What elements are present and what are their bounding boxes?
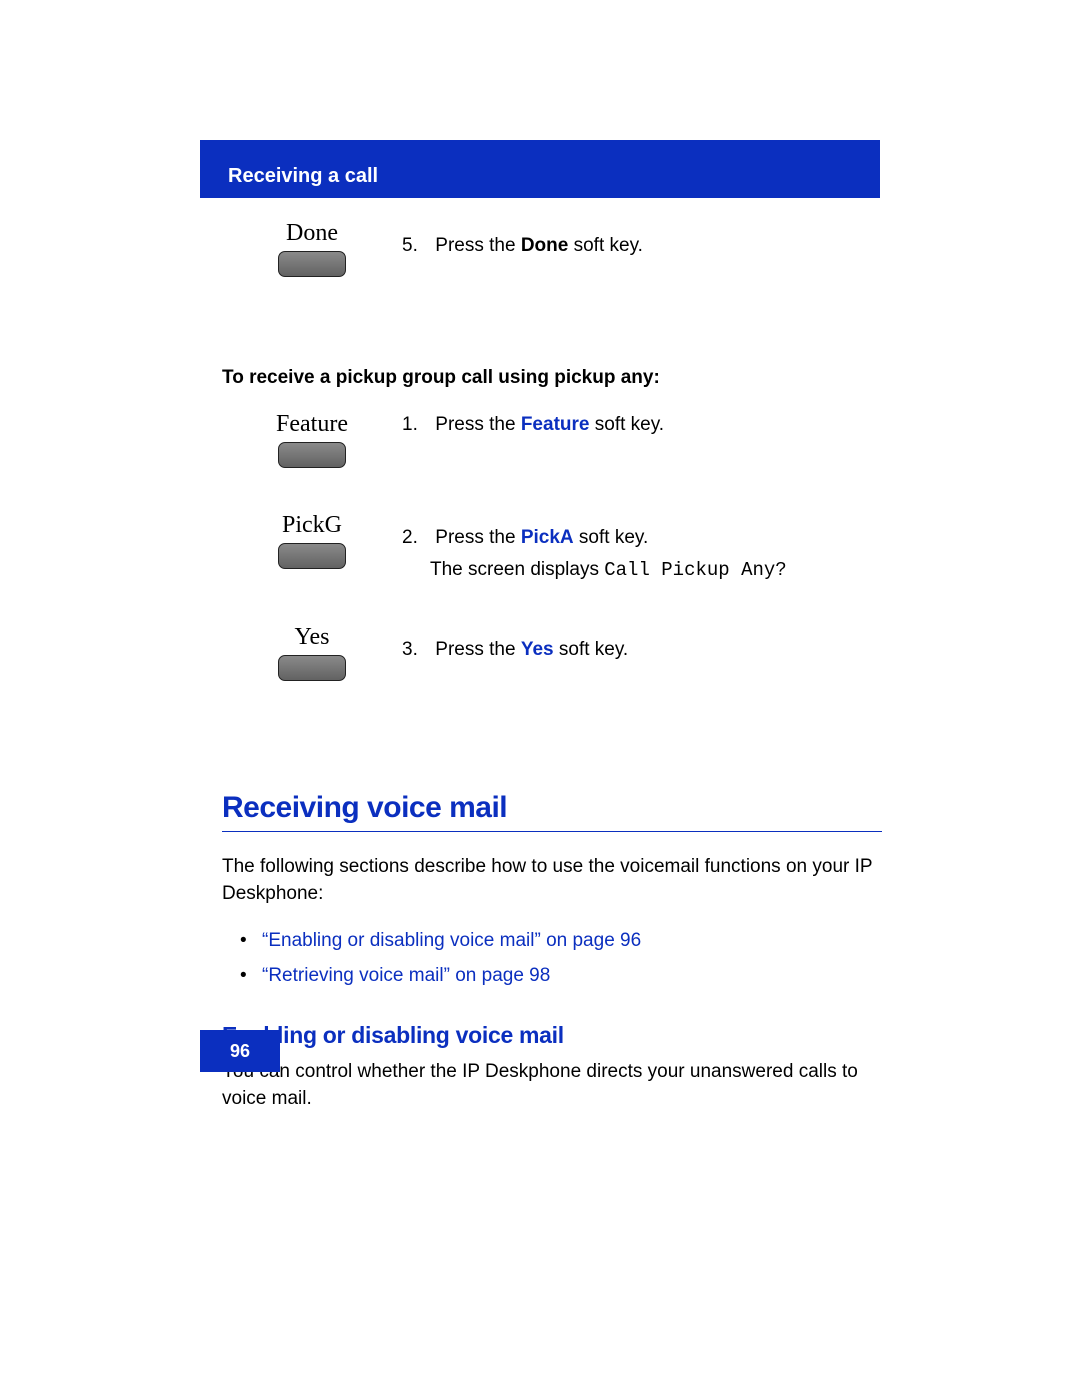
text: soft key. bbox=[574, 527, 649, 548]
xref-link[interactable]: “Retrieving voice mail” on page 98 bbox=[262, 965, 550, 986]
text: soft key. bbox=[554, 639, 629, 660]
softkey-graphic-done: Done bbox=[222, 220, 402, 277]
xref-link[interactable]: “Enabling or disabling voice mail” on pa… bbox=[262, 930, 641, 951]
softkey-button-icon bbox=[278, 442, 346, 468]
step-number: 1. bbox=[402, 411, 430, 439]
text: soft key. bbox=[589, 414, 664, 435]
text: Press the bbox=[435, 235, 521, 256]
step-number: 2. bbox=[402, 524, 430, 552]
page-header-title: Receiving a call bbox=[228, 165, 378, 188]
step-feature: Feature 1. Press the Feature soft key. bbox=[222, 411, 882, 468]
softkey-button-icon bbox=[278, 655, 346, 681]
softkey-label: PickG bbox=[282, 512, 342, 539]
link-list: “Enabling or disabling voice mail” on pa… bbox=[240, 927, 882, 990]
key-highlight: Feature bbox=[521, 414, 590, 435]
key-bold: Done bbox=[521, 235, 569, 256]
key-highlight: Yes bbox=[521, 639, 554, 660]
subsection-heading: Enabling or disabling voice mail bbox=[222, 1022, 882, 1049]
step-number: 5. bbox=[402, 232, 430, 260]
softkey-button-icon bbox=[278, 543, 346, 569]
step-done: Done 5. Press the Done soft key. bbox=[222, 220, 882, 277]
procedure-heading: To receive a pickup group call using pic… bbox=[222, 367, 882, 389]
subsection-body: You can control whether the IP Deskphone… bbox=[222, 1059, 882, 1112]
section-intro: The following sections describe how to u… bbox=[222, 854, 882, 907]
text: soft key. bbox=[568, 235, 643, 256]
page-content: Done 5. Press the Done soft key. To rece… bbox=[222, 210, 882, 1112]
softkey-label: Feature bbox=[276, 411, 348, 438]
list-item: “Enabling or disabling voice mail” on pa… bbox=[240, 927, 882, 956]
text: Press the bbox=[435, 527, 521, 548]
page-header: Receiving a call bbox=[200, 140, 880, 198]
softkey-graphic-pickg: PickG bbox=[222, 512, 402, 569]
step-description: 2. Press the PickA soft key. The screen … bbox=[402, 512, 882, 584]
softkey-label: Yes bbox=[295, 624, 330, 651]
softkey-graphic-feature: Feature bbox=[222, 411, 402, 468]
screen-text: Call Pickup Any? bbox=[604, 559, 786, 581]
text: Press the bbox=[435, 414, 521, 435]
text: The screen displays bbox=[430, 559, 604, 580]
softkey-label: Done bbox=[286, 220, 338, 247]
key-highlight: PickA bbox=[521, 527, 574, 548]
step-number: 3. bbox=[402, 636, 430, 664]
page-number: 96 bbox=[230, 1041, 250, 1062]
softkey-graphic-yes: Yes bbox=[222, 624, 402, 681]
list-item: “Retrieving voice mail” on page 98 bbox=[240, 962, 882, 991]
page-number-footer: 96 bbox=[200, 1030, 280, 1072]
step-description: 5. Press the Done soft key. bbox=[402, 220, 882, 260]
section-heading: Receiving voice mail bbox=[222, 791, 882, 832]
step-yes: Yes 3. Press the Yes soft key. bbox=[222, 624, 882, 681]
text: Press the bbox=[435, 639, 521, 660]
step-description: 3. Press the Yes soft key. bbox=[402, 624, 882, 664]
step-description: 1. Press the Feature soft key. bbox=[402, 411, 882, 439]
softkey-button-icon bbox=[278, 251, 346, 277]
document-page: Receiving a call Done 5. Press the Done … bbox=[0, 0, 1080, 1397]
step-pickg: PickG 2. Press the PickA soft key. The s… bbox=[222, 512, 882, 584]
